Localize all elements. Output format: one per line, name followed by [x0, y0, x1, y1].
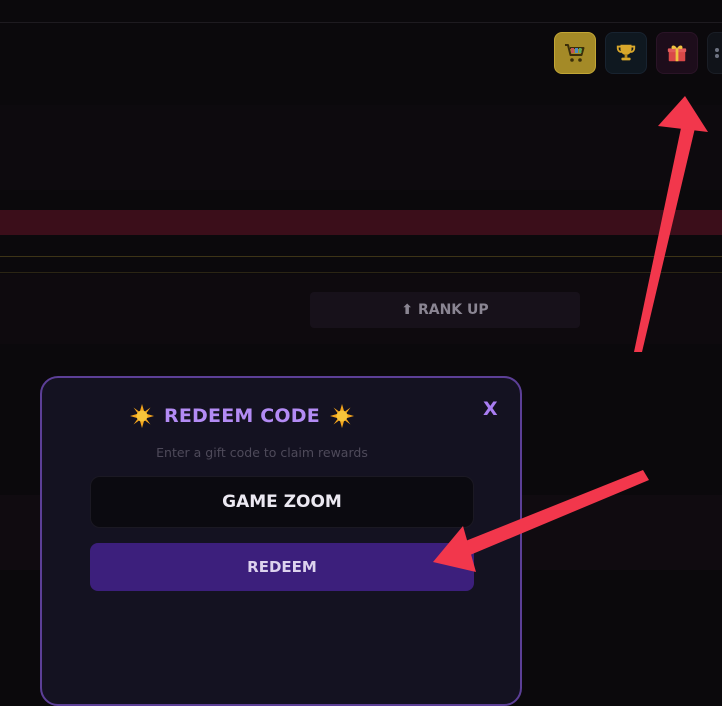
modal-subtitle: Enter a gift code to claim rewards	[156, 445, 368, 460]
background-panel	[0, 105, 722, 190]
rank-up-button[interactable]: ⬆ RANK UP	[310, 292, 580, 328]
redeem-button[interactable]: REDEEM	[90, 543, 474, 591]
sun-icon	[130, 404, 155, 428]
progress-bar-background	[0, 210, 722, 235]
top-divider	[0, 22, 722, 23]
gift-button[interactable]	[656, 32, 698, 74]
menu-icon	[715, 48, 719, 58]
trophy-button[interactable]	[605, 32, 647, 74]
close-button[interactable]: X	[483, 398, 498, 420]
redeem-code-modal: REDEEM CODE X Enter a gift code to claim…	[40, 376, 522, 706]
gift-icon	[667, 45, 687, 62]
divider-line	[0, 256, 722, 257]
modal-title-row: REDEEM CODE	[42, 404, 442, 428]
trophy-icon	[616, 44, 636, 61]
shop-cart-icon	[565, 44, 585, 62]
sun-icon	[329, 404, 354, 428]
divider-line-secondary	[0, 272, 722, 273]
gift-code-input[interactable]	[90, 476, 474, 528]
modal-title: REDEEM CODE	[164, 405, 320, 427]
shop-button[interactable]	[554, 32, 596, 74]
menu-button[interactable]	[707, 32, 722, 74]
topbar-icons	[554, 32, 722, 74]
